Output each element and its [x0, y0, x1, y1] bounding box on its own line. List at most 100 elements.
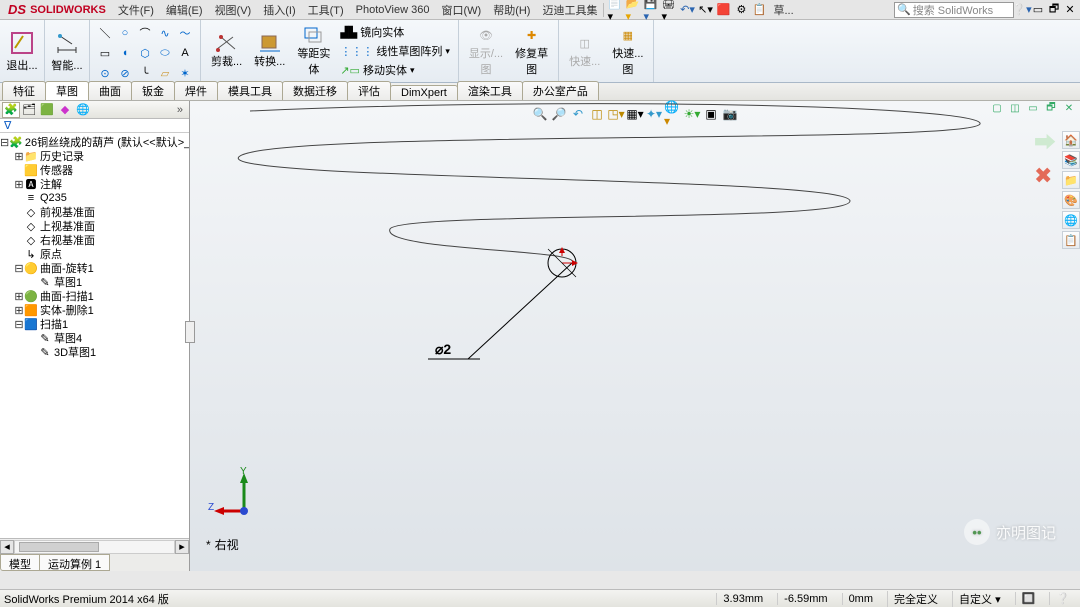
filter-icon: ∇: [4, 119, 11, 132]
plane-tool-icon[interactable]: ▱: [156, 64, 174, 82]
spline2-icon[interactable]: ～: [176, 24, 194, 42]
tree-node[interactable]: 🟨传感器: [0, 163, 189, 177]
print-icon[interactable]: 🖨▾: [661, 2, 677, 18]
doctab-10[interactable]: 办公室产品: [522, 81, 599, 100]
fm-tab-property-icon[interactable]: 🟩: [38, 102, 56, 118]
doctab-2[interactable]: 曲面: [88, 81, 132, 100]
point-tool-icon[interactable]: ⊙: [96, 64, 114, 82]
convert-button[interactable]: 转换...: [248, 22, 291, 80]
fm-filter-bar[interactable]: ∇: [0, 119, 189, 133]
rebuild-icon[interactable]: 🟥: [715, 2, 731, 18]
menu-file[interactable]: 文件(F): [112, 0, 160, 20]
tree-node[interactable]: ↳原点: [0, 247, 189, 261]
repair-button[interactable]: ✚ 修复草 图: [509, 22, 554, 80]
polygon-tool-icon[interactable]: ⬡: [136, 44, 154, 62]
menu-window[interactable]: 窗口(W): [435, 0, 487, 20]
fm-tab-render-icon[interactable]: 🌐: [74, 102, 92, 118]
close-icon[interactable]: ✕: [1062, 2, 1078, 18]
max-icon[interactable]: 🗗: [1046, 2, 1062, 18]
quick-label: 快速...: [569, 53, 600, 69]
doctab-4[interactable]: 焊件: [174, 81, 218, 100]
doctab-7[interactable]: 评估: [347, 81, 391, 100]
fillet-tool-icon[interactable]: ╰: [136, 64, 154, 82]
doctab-0[interactable]: 特征: [2, 81, 46, 100]
model-tab-0[interactable]: 模型: [0, 554, 40, 571]
slot-tool-icon[interactable]: ◖: [116, 44, 134, 62]
model-tab-1[interactable]: 运动算例 1: [39, 554, 110, 571]
menu-help[interactable]: 帮助(H): [487, 0, 536, 20]
tree-scrollbar[interactable]: ◂ ▸: [0, 538, 189, 554]
doctab-5[interactable]: 模具工具: [217, 81, 283, 100]
quick-snap-button[interactable]: ▦ 快速... 图: [606, 22, 649, 80]
tree-node[interactable]: ⊟🟦扫描1: [0, 317, 189, 331]
tree-node[interactable]: ✎3D草图1: [0, 345, 189, 359]
doctab-1[interactable]: 草图: [45, 81, 89, 100]
fm-tab-config-icon[interactable]: 🗂: [20, 102, 38, 118]
tree-node[interactable]: ⊞📁历史记录: [0, 149, 189, 163]
centerline-icon[interactable]: ⊘: [116, 64, 134, 82]
menu-view[interactable]: 视图(V): [209, 0, 258, 20]
linear-pattern-button[interactable]: ⋮⋮⋮线性草图阵列▾: [336, 42, 454, 60]
dimension-label[interactable]: ⌀2: [435, 341, 451, 358]
menu-tools[interactable]: 工具(T): [302, 0, 350, 20]
spline-tool-icon[interactable]: ∿: [156, 24, 174, 42]
ellipse-tool-icon[interactable]: ⬭: [156, 44, 174, 62]
scroll-right-icon[interactable]: ▸: [175, 540, 189, 554]
more-tool-icon[interactable]: ✶: [176, 64, 194, 82]
scroll-left-icon[interactable]: ◂: [0, 540, 14, 554]
tree-node[interactable]: ◇前视基准面: [0, 205, 189, 219]
mirror-button[interactable]: ▟▙镜向实体: [336, 23, 454, 41]
menu-insert[interactable]: 插入(I): [257, 0, 301, 20]
graphics-viewport[interactable]: 🔍 🔎 ↶ ◫ ◳▾ ▦▾ ✦▾ 🌐▾ ☀▾ ▣ 📷 ▢ ◫ ▭ 🗗 ✕ ⮕ ✖…: [190, 101, 1080, 571]
doctab-6[interactable]: 数据迁移: [282, 81, 348, 100]
select-icon[interactable]: ↖▾: [697, 2, 713, 18]
undo-icon[interactable]: ↶▾: [679, 2, 695, 18]
capture-icon[interactable]: 📋: [751, 2, 767, 18]
fm-tab-display-icon[interactable]: ◆: [56, 102, 74, 118]
trim-button[interactable]: 剪裁...: [205, 22, 248, 80]
status-units-icon[interactable]: 🔲: [1015, 592, 1042, 605]
fm-tab-features-icon[interactable]: 🧩: [2, 102, 20, 118]
status-help-icon[interactable]: ❔: [1049, 592, 1076, 605]
help-icon[interactable]: ❔▾: [1014, 2, 1030, 18]
scroll-thumb[interactable]: [19, 542, 99, 552]
exit-sketch-button[interactable]: 退出...: [4, 22, 40, 80]
new-icon[interactable]: 📄▾: [607, 2, 623, 18]
options-icon[interactable]: ⚙: [733, 2, 749, 18]
arc-tool-icon[interactable]: ⌒: [136, 24, 154, 42]
tree-node[interactable]: ✎草图1: [0, 275, 189, 289]
open-icon[interactable]: 📂▾: [625, 2, 641, 18]
tree-item-label: 3D草图1: [54, 344, 100, 360]
tree-node[interactable]: ≡Q235: [0, 191, 189, 205]
smart-dimension-button[interactable]: 智能...: [49, 22, 85, 80]
doctab-8[interactable]: DimXpert: [390, 85, 458, 100]
tree-node[interactable]: ⊞🟢曲面-扫描1: [0, 289, 189, 303]
line-tool-icon[interactable]: ＼: [96, 24, 114, 42]
display-button[interactable]: 👁 显示/... 图: [463, 22, 509, 80]
tree-node[interactable]: ◇上视基准面: [0, 219, 189, 233]
offset-button[interactable]: 等距实 体: [291, 22, 336, 80]
tree-node[interactable]: ◇右视基准面: [0, 233, 189, 247]
search-input[interactable]: 🔍 搜索 SolidWorks: [894, 2, 1014, 18]
tree-item-icon: ◇: [24, 233, 38, 247]
min-icon[interactable]: ▭: [1030, 2, 1046, 18]
fm-expand-button[interactable]: »: [173, 104, 187, 116]
tree-node[interactable]: ⊞🟧实体-删除1: [0, 303, 189, 317]
menu-maidi[interactable]: 迈迪工具集: [536, 0, 603, 20]
tree-node[interactable]: ✎草图4: [0, 331, 189, 345]
text-tool-icon[interactable]: A: [176, 44, 194, 62]
move-button[interactable]: ↗▭移动实体▾: [336, 61, 454, 79]
menu-photoview[interactable]: PhotoView 360: [350, 2, 436, 18]
tree-root[interactable]: ⊟ 🧩 26铜丝绕成的葫芦 (默认<<默认>_显示: [0, 135, 189, 149]
quick-button[interactable]: ◫ 快速...: [563, 22, 606, 80]
save-icon[interactable]: 💾▾: [643, 2, 659, 18]
tree-node[interactable]: ⊟🟡曲面-旋转1: [0, 261, 189, 275]
doctab-3[interactable]: 钣金: [131, 81, 175, 100]
brand-name: SOLIDWORKS: [30, 4, 106, 16]
circle-tool-icon[interactable]: ○: [116, 24, 134, 42]
tree-node[interactable]: ⊞🅰注解: [0, 177, 189, 191]
rect-tool-icon[interactable]: ▭: [96, 44, 114, 62]
doctab-9[interactable]: 渲染工具: [457, 81, 523, 100]
status-custom[interactable]: 自定义 ▾: [952, 591, 1007, 607]
menu-edit[interactable]: 编辑(E): [160, 0, 209, 20]
